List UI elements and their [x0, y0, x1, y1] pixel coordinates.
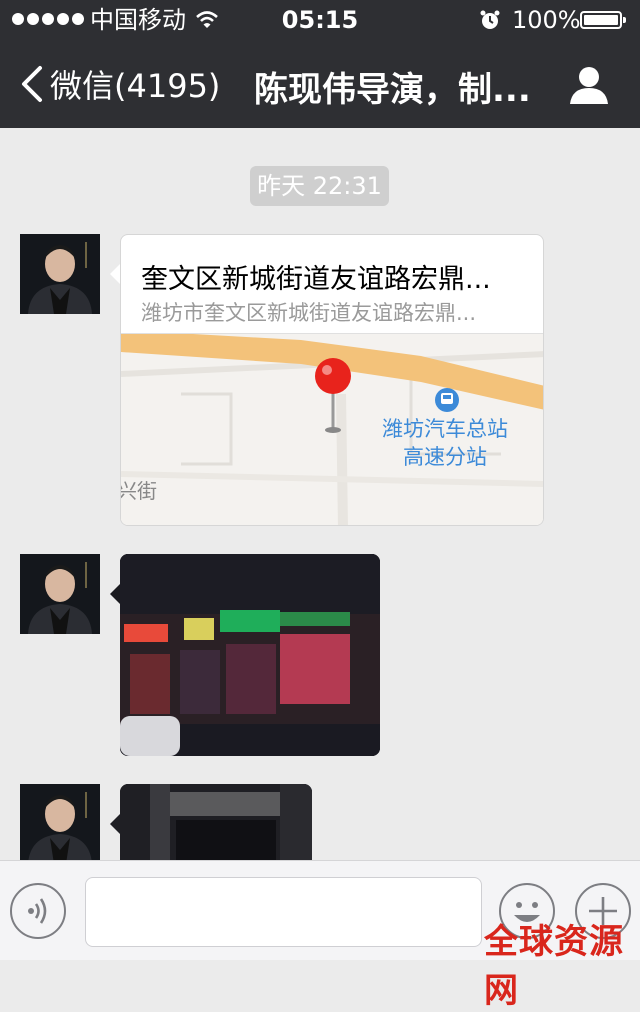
location-address: 潍坊市奎文区新城街道友谊路宏鼎...	[141, 301, 477, 325]
sender-avatar[interactable]	[20, 554, 100, 634]
message-input[interactable]	[85, 877, 482, 947]
chat-title: 陈现伟导演，制...	[254, 70, 531, 110]
bubble-tail	[110, 814, 120, 834]
back-label: 微信(4195)	[50, 67, 221, 105]
location-card[interactable]: 奎文区新城街道友谊路宏鼎... 潍坊市奎文区新城街道友谊路宏鼎... 潍坊汽车总…	[120, 234, 544, 526]
photo-message[interactable]	[120, 784, 312, 860]
person-icon[interactable]	[568, 64, 610, 106]
photo-message[interactable]	[120, 554, 380, 756]
location-name: 奎文区新城街道友谊路宏鼎...	[141, 264, 491, 295]
voice-button[interactable]	[10, 883, 66, 939]
header: 中国移动 05:15 100% 微信(4195) 陈现伟导演，制...	[0, 0, 640, 128]
back-button[interactable]: 微信(4195)	[18, 60, 220, 108]
map-street-label: 兴街	[121, 479, 157, 503]
chat-area[interactable]: 昨天 22:31 奎文区新城街道友谊路宏鼎... 潍坊市奎文区新城街道友谊路宏鼎…	[0, 128, 640, 860]
battery-icon	[580, 11, 626, 29]
map-station-label-1: 潍坊汽车总站	[382, 417, 508, 441]
bubble-tail	[110, 584, 120, 604]
message-timestamp: 昨天 22:31	[250, 166, 389, 206]
battery-percent: 100%	[512, 6, 581, 34]
alarm-icon	[480, 10, 500, 29]
location-pin-icon	[315, 358, 351, 394]
map-station-label-2: 高速分站	[403, 445, 487, 469]
sender-avatar[interactable]	[20, 234, 100, 314]
location-map: 潍坊汽车总站 高速分站 兴街	[121, 333, 543, 525]
chevron-left-icon	[22, 66, 42, 102]
sender-avatar[interactable]	[20, 784, 100, 860]
status-bar: 中国移动 05:15 100%	[0, 0, 640, 40]
watermark: 全球资源网	[484, 922, 624, 1011]
bubble-tail	[110, 264, 120, 284]
voice-icon	[28, 898, 47, 924]
nav-bar: 微信(4195) 陈现伟导演，制...	[0, 40, 640, 128]
